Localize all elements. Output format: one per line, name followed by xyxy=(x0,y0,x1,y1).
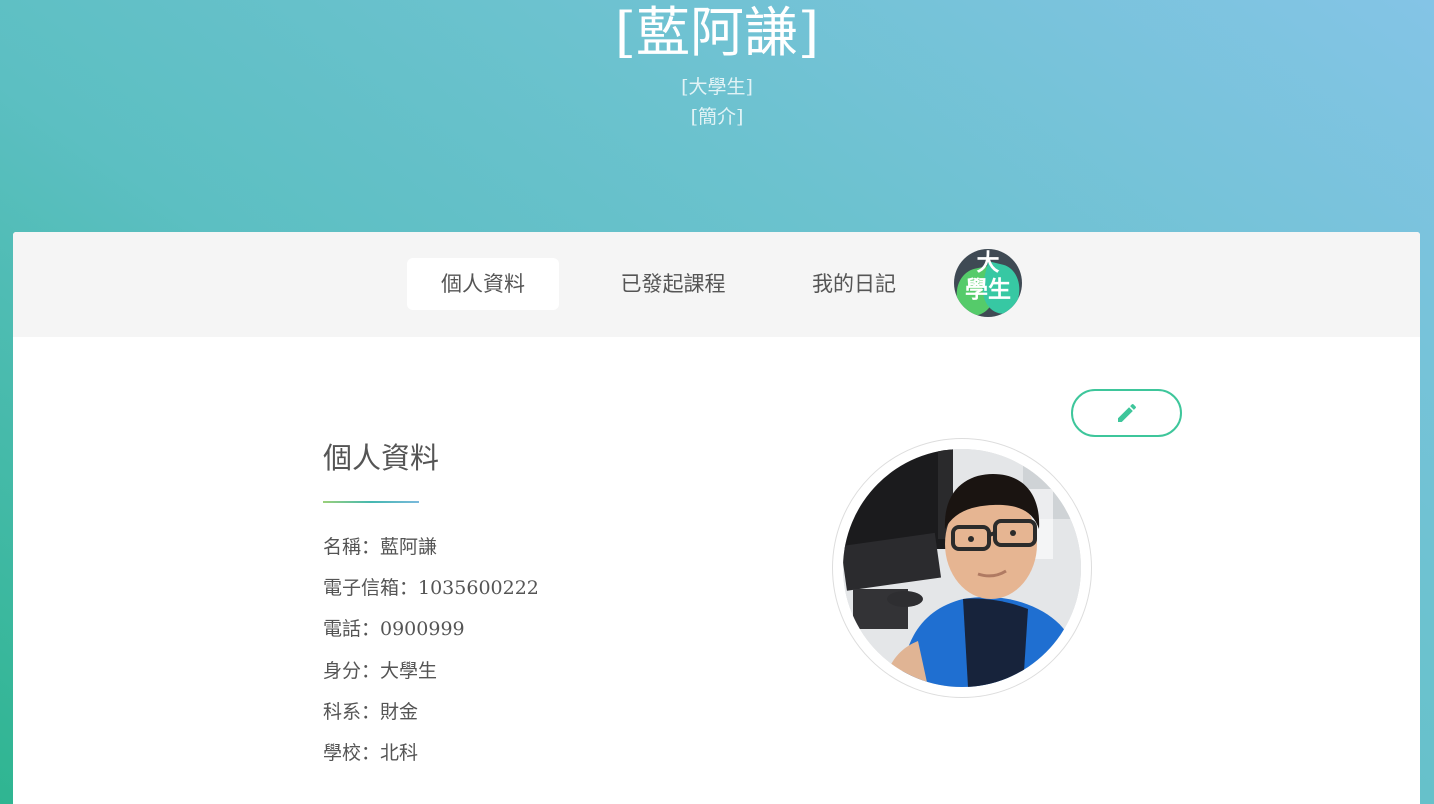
info-name: 名稱：藍阿謙 xyxy=(323,536,438,558)
edit-profile-button[interactable] xyxy=(1071,389,1182,437)
info-email: 電子信箱：1035600222 xyxy=(323,577,539,599)
profile-card: 個人資料 已發起課程 我的日記 大 學生 個人資料 名稱：藍阿謙 電子信箱：10… xyxy=(13,232,1420,804)
tab-profile[interactable]: 個人資料 xyxy=(407,258,559,310)
avatar-photo xyxy=(843,449,1081,687)
info-identity: 身分：大學生 xyxy=(323,660,438,682)
profile-intro: [簡介] xyxy=(690,106,744,128)
tab-bar: 個人資料 已發起課程 我的日記 大 學生 xyxy=(13,232,1420,337)
avatar-frame xyxy=(832,438,1092,698)
pencil-icon xyxy=(1118,403,1137,422)
tab-courses[interactable]: 已發起課程 xyxy=(593,258,753,310)
badge-text-top: 大 xyxy=(976,250,1000,276)
university-student-badge: 大 學生 xyxy=(954,249,1022,317)
info-phone: 電話：0900999 xyxy=(323,618,465,640)
section-divider xyxy=(323,501,419,503)
section-title: 個人資料 xyxy=(323,441,440,475)
badge-text-bottom: 學生 xyxy=(965,277,1011,303)
info-department: 科系：財金 xyxy=(323,701,419,723)
info-school: 學校：北科 xyxy=(323,742,419,764)
profile-header: [藍阿謙] [大學生] [簡介] xyxy=(0,0,1434,232)
avatar xyxy=(843,449,1081,687)
tab-diary[interactable]: 我的日記 xyxy=(789,258,919,310)
profile-name: [藍阿謙] xyxy=(614,1,820,64)
profile-role: [大學生] xyxy=(681,76,753,98)
